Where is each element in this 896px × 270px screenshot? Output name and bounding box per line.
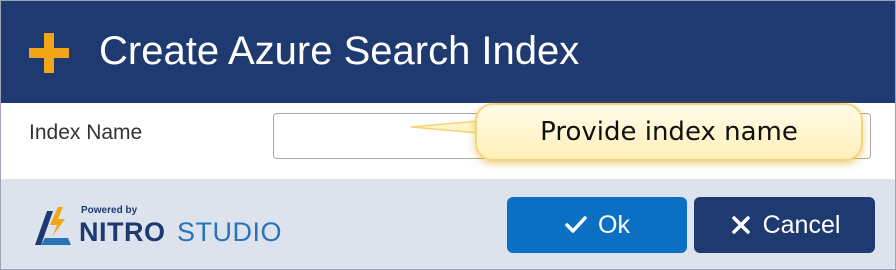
index-name-label: Index Name (29, 121, 143, 144)
cancel-button-label: Cancel (762, 210, 841, 239)
nitro-studio-logo: Powered by NITRO STUDIO (31, 203, 301, 253)
close-icon (731, 216, 750, 234)
ok-button[interactable]: Ok (507, 197, 687, 253)
plus-icon (29, 33, 69, 73)
callout-pointer (410, 120, 480, 134)
logo-powered-by: Powered by (81, 205, 138, 216)
dialog-body: Index Name Provide index name (1, 103, 895, 179)
check-icon (565, 216, 587, 233)
dialog-title: Create Azure Search Index (99, 29, 580, 73)
logo-brand-light: STUDIO (177, 217, 283, 247)
logo-brand-bold: NITRO (79, 217, 166, 247)
cancel-button[interactable]: Cancel (694, 197, 875, 253)
tooltip-callout: Provide index name (475, 103, 863, 161)
dialog-footer: Powered by NITRO STUDIO Ok Cancel (1, 179, 895, 269)
create-index-dialog: Create Azure Search Index Index Name Pro… (0, 0, 896, 270)
callout-text: Provide index name (540, 117, 798, 147)
nitro-logo-icon (35, 207, 71, 245)
dialog-header: Create Azure Search Index (1, 1, 895, 103)
ok-button-label: Ok (598, 210, 630, 239)
